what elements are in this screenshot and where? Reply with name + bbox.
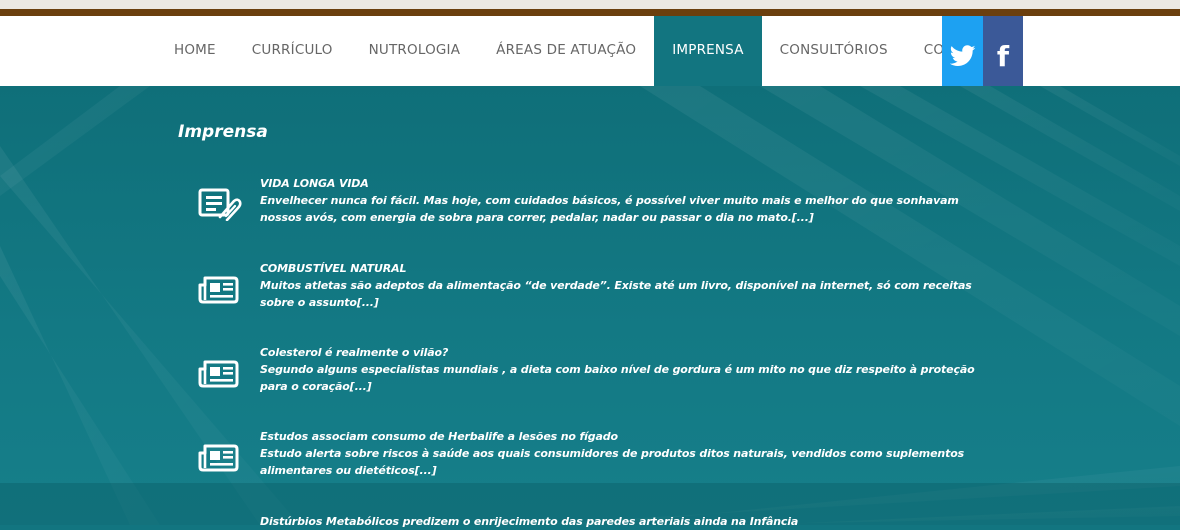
article-text: Distúrbios Metabólicos predizem o enrije… xyxy=(260,513,1000,530)
newspaper-icon xyxy=(196,356,242,396)
document-edit-icon xyxy=(196,187,242,227)
main-nav: HOME CURRÍCULO NUTROLOGIA ÁREAS DE ATUAÇ… xyxy=(156,16,1008,86)
article-text: Estudos associam consumo de Herbalife a … xyxy=(260,428,1000,479)
article-title[interactable]: COMBUSTÍVEL NATURAL xyxy=(260,260,1000,277)
article-excerpt: Segundo alguns especialistas mundiais , … xyxy=(260,363,975,393)
social-links: f xyxy=(942,16,1023,95)
twitter-button[interactable] xyxy=(942,16,983,95)
nav-imprensa[interactable]: IMPRENSA xyxy=(654,16,762,86)
newspaper-icon xyxy=(196,440,242,480)
facebook-icon: f xyxy=(996,39,1010,73)
nav-curriculo[interactable]: CURRÍCULO xyxy=(234,16,351,86)
article-title[interactable]: VIDA LONGA VIDA xyxy=(260,175,1000,192)
article-text: Colesterol é realmente o vilão? Segundo … xyxy=(260,344,1000,395)
article-text: COMBUSTÍVEL NATURAL Muitos atletas são a… xyxy=(260,260,1000,311)
nav-consultorios[interactable]: CONSULTÓRIOS xyxy=(762,16,906,86)
nav-home[interactable]: HOME xyxy=(156,16,234,86)
page-title: Imprensa xyxy=(178,122,268,142)
article-text: VIDA LONGA VIDA Envelhecer nunca foi fác… xyxy=(260,175,1000,226)
article-title[interactable]: Estudos associam consumo de Herbalife a … xyxy=(260,428,1000,445)
nav-nutrologia[interactable]: NUTROLOGIA xyxy=(351,16,479,86)
newspaper-icon xyxy=(196,272,242,312)
article-title[interactable]: Distúrbios Metabólicos predizem o enrije… xyxy=(260,513,1000,530)
nav-areas-de-atuacao[interactable]: ÁREAS DE ATUAÇÃO xyxy=(478,16,654,86)
article-title[interactable]: Colesterol é realmente o vilão? xyxy=(260,344,1000,361)
article-excerpt: Estudo alerta sobre riscos à saúde aos q… xyxy=(260,447,965,477)
top-strip xyxy=(0,0,1180,16)
article-excerpt: Muitos atletas são adeptos da alimentaçã… xyxy=(260,279,972,309)
article-excerpt: Envelhecer nunca foi fácil. Mas hoje, co… xyxy=(260,194,959,224)
top-brown-bar xyxy=(0,9,1180,16)
facebook-button[interactable]: f xyxy=(983,16,1023,95)
twitter-icon xyxy=(949,44,975,66)
